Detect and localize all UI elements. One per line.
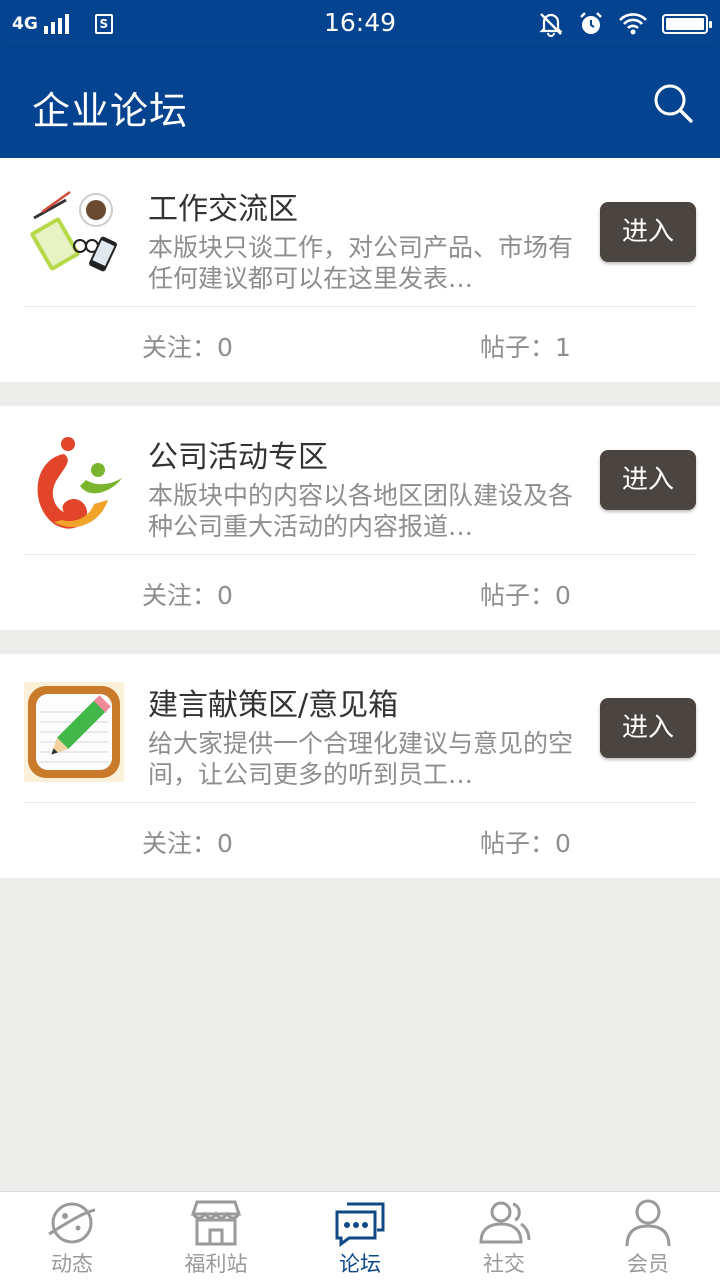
- forum-card[interactable]: 公司活动专区 本版块中的内容以各地区团队建设及各种公司重大活动的内容报道… 进入…: [0, 406, 720, 630]
- tab-label: 会员: [627, 1252, 669, 1276]
- tab-member[interactable]: 会员: [576, 1192, 720, 1280]
- post-count: 帖子：1: [480, 333, 571, 362]
- app-header: 企业论坛: [0, 48, 720, 158]
- wifi-icon: [619, 13, 647, 35]
- follow-count: 关注：0: [142, 829, 233, 858]
- enter-button[interactable]: 进入: [600, 698, 696, 758]
- tab-forum[interactable]: 论坛: [288, 1192, 432, 1280]
- tab-label: 福利站: [184, 1252, 248, 1276]
- alarm-icon: [580, 12, 602, 34]
- company-logo-icon: [24, 434, 124, 534]
- search-icon: [654, 84, 693, 123]
- tab-label: 动态: [51, 1252, 93, 1276]
- notepad-pencil-icon: [24, 682, 124, 782]
- search-button[interactable]: [652, 82, 694, 124]
- forum-description: 给大家提供一个合理化建议与意见的空间，让公司更多的听到员工…: [148, 729, 574, 789]
- follow-count: 关注：0: [142, 581, 233, 610]
- mute-bell-icon: [539, 13, 563, 37]
- forum-name: 工作交流区: [148, 192, 298, 227]
- forum-description: 本版块中的内容以各地区团队建设及各种公司重大活动的内容报道…: [148, 481, 574, 541]
- enter-button[interactable]: 进入: [600, 202, 696, 262]
- divider: [24, 802, 696, 803]
- post-count: 帖子：0: [480, 829, 571, 858]
- battery-icon: [662, 14, 712, 34]
- people-icon: [479, 1201, 531, 1244]
- forum-card[interactable]: 工作交流区 本版块只谈工作，对公司产品、市场有任何建议都可以在这里发表… 进入 …: [0, 158, 720, 382]
- shop-icon: [190, 1200, 242, 1246]
- tab-social[interactable]: 社交: [432, 1192, 576, 1280]
- forum-card[interactable]: 建言献策区/意见箱 给大家提供一个合理化建议与意见的空间，让公司更多的听到员工……: [0, 654, 720, 878]
- chat-bubbles-icon: [335, 1202, 385, 1247]
- post-count: 帖子：0: [480, 581, 571, 610]
- forum-name: 建言献策区/意见箱: [148, 688, 399, 723]
- divider: [24, 306, 696, 307]
- status-right: [538, 9, 712, 39]
- forum-list: 工作交流区 本版块只谈工作，对公司产品、市场有任何建议都可以在这里发表… 进入 …: [0, 158, 720, 902]
- forum-name: 公司活动专区: [148, 440, 328, 475]
- person-icon: [625, 1199, 671, 1247]
- office-supplies-icon: [24, 186, 124, 286]
- tab-label: 社交: [483, 1252, 525, 1276]
- divider: [24, 554, 696, 555]
- status-bar: 4G S 16:49: [0, 0, 720, 48]
- tab-dynamics[interactable]: 动态: [0, 1192, 144, 1280]
- tab-label: 论坛: [339, 1252, 381, 1276]
- bottom-tab-bar: 动态 福利站 论坛 社交 会员: [0, 1191, 720, 1280]
- planet-icon: [48, 1202, 96, 1244]
- forum-description: 本版块只谈工作，对公司产品、市场有任何建议都可以在这里发表…: [148, 233, 574, 293]
- follow-count: 关注：0: [142, 333, 233, 362]
- page-title: 企业论坛: [32, 89, 189, 133]
- enter-button[interactable]: 进入: [600, 450, 696, 510]
- tab-welfare[interactable]: 福利站: [144, 1192, 288, 1280]
